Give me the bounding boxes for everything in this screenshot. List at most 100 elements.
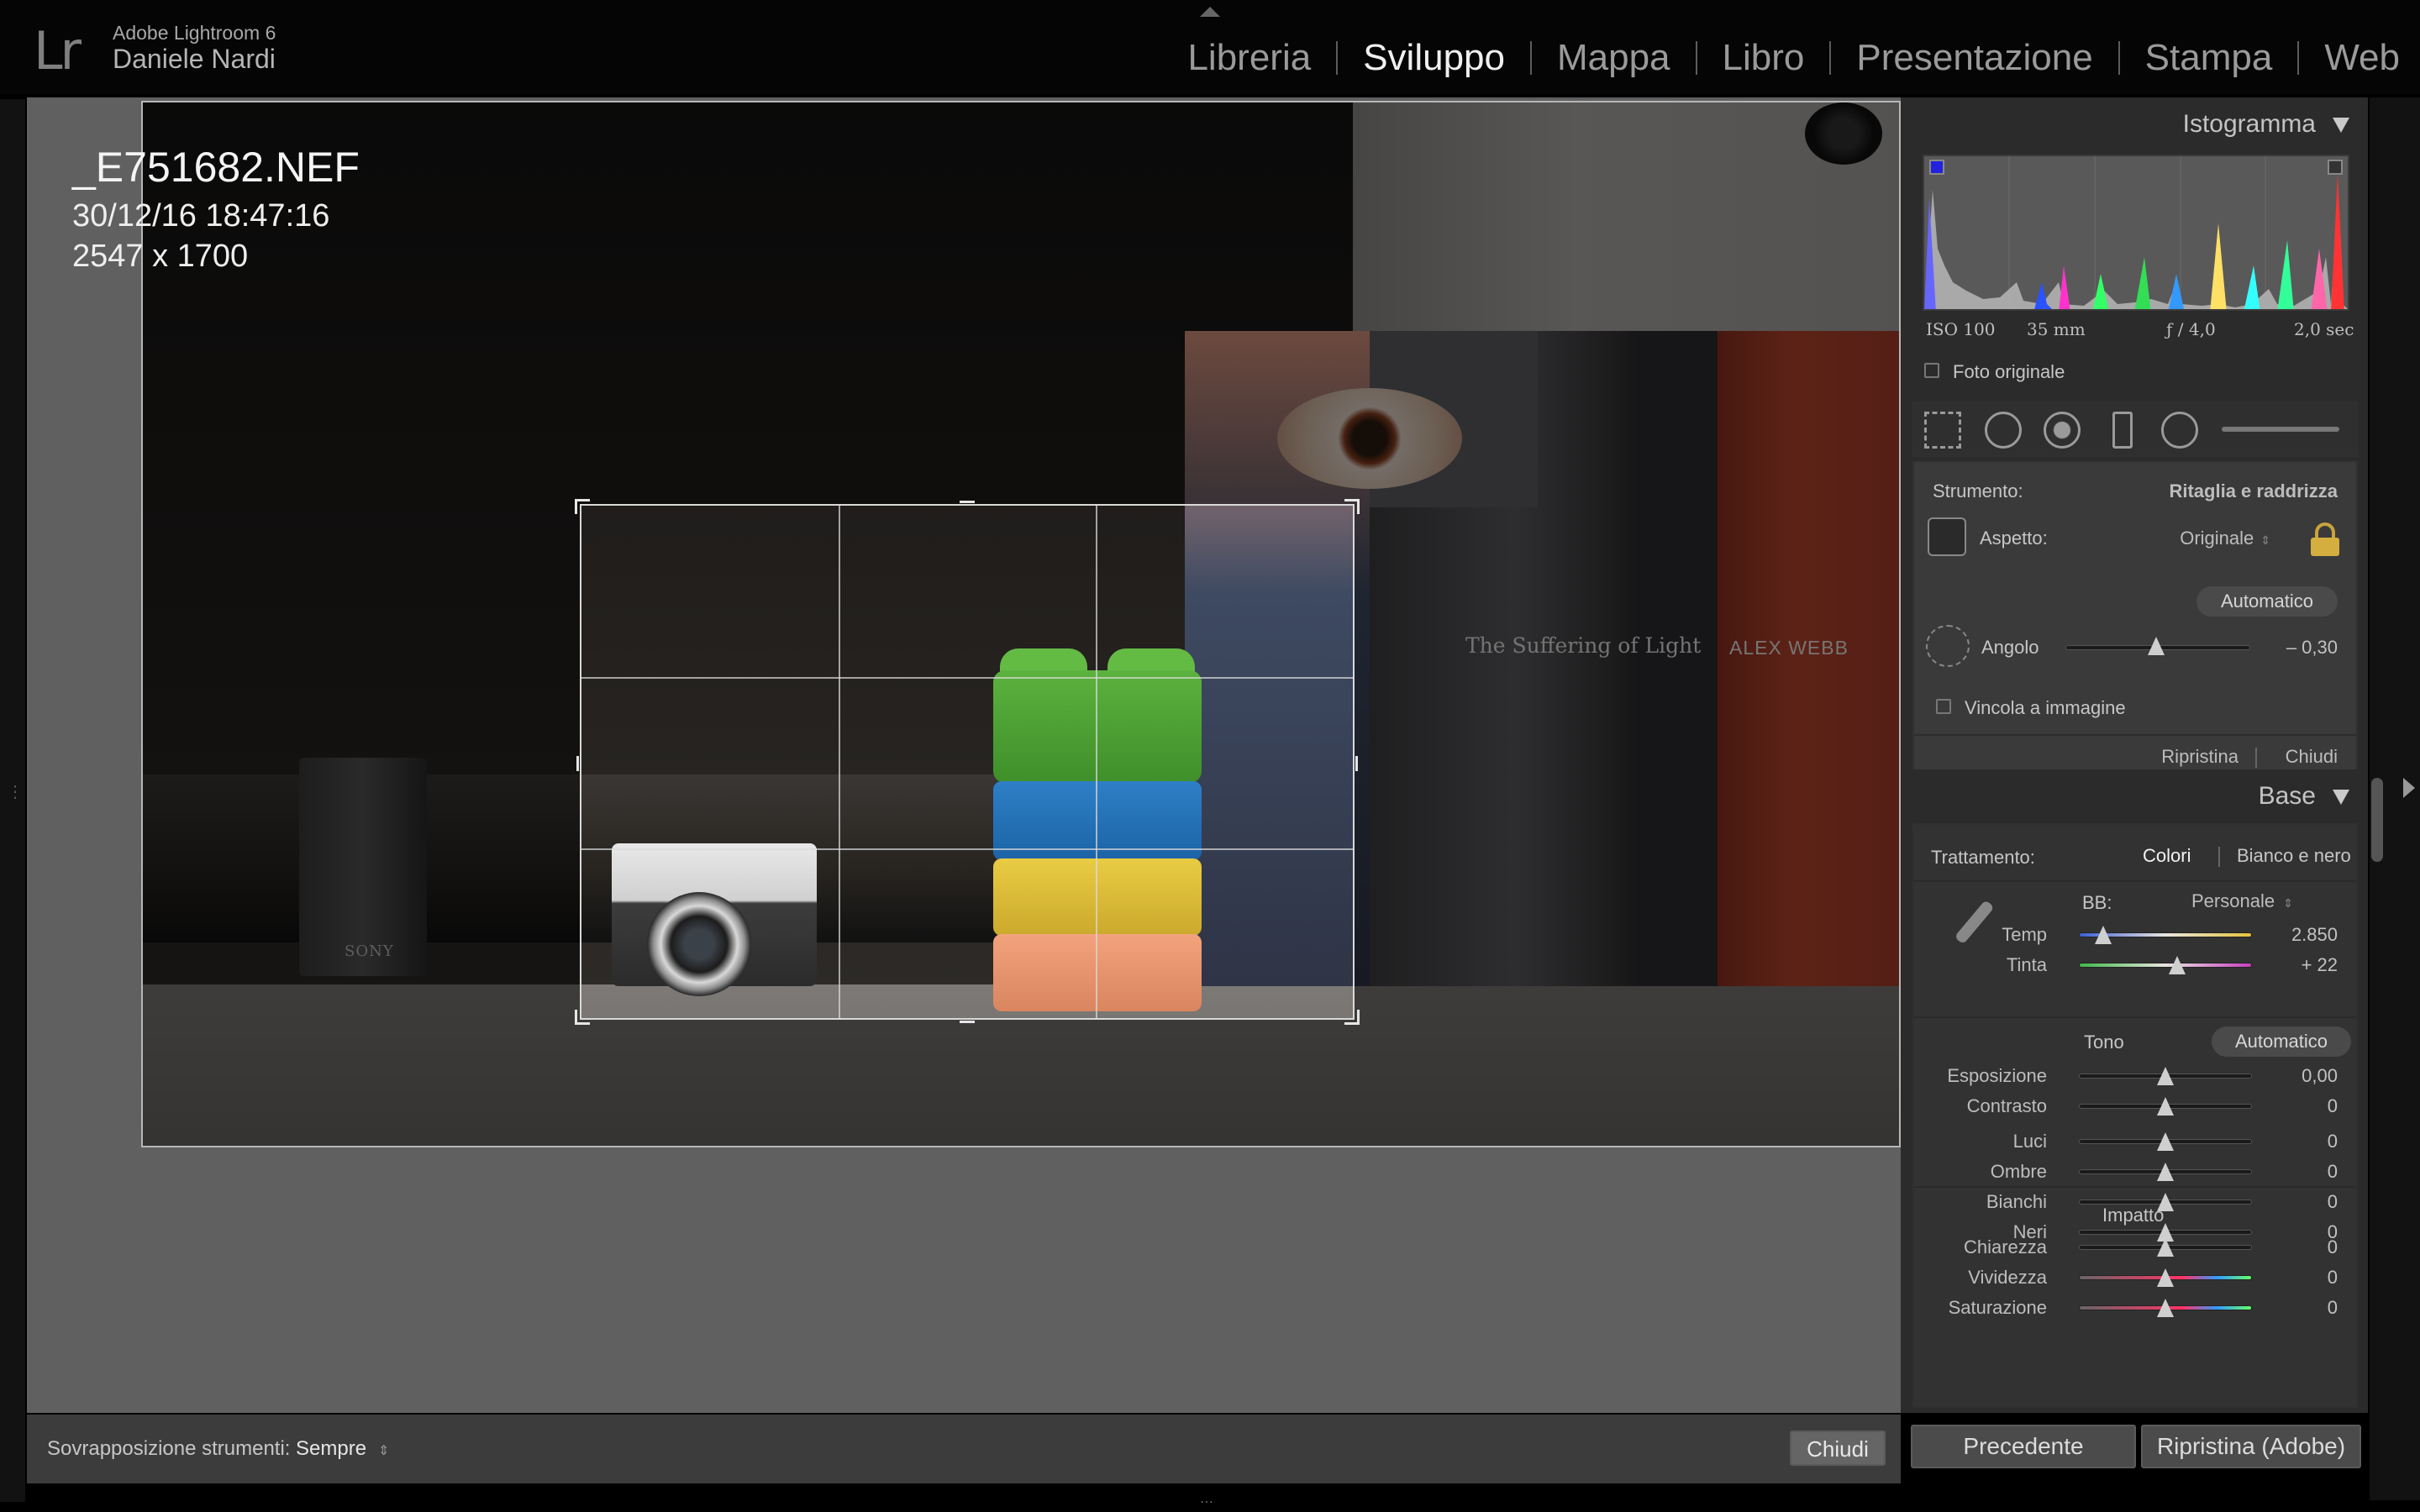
crop-grid-line [839,506,840,1018]
photo-eye-poster [1277,388,1462,489]
tool-overlay-select[interactable]: Sempre ⇕ [296,1437,389,1461]
left-panel-toggle-icon[interactable]: ⋮ [7,781,24,802]
slider-value-saturazione[interactable]: 0 [2328,1297,2338,1319]
module-picker: Libreria Sviluppo Mappa Libro Presentazione S… [1162,37,2400,79]
slider-value-luci[interactable]: 0 [2328,1131,2338,1152]
histogram-graph [1924,156,2348,309]
crop-handle-right[interactable] [1353,756,1358,771]
slider-thumb-contrasto[interactable] [2157,1097,2174,1116]
slider-label-contrasto: Contrasto [1966,1095,2047,1116]
crop-handle-bottom-right[interactable] [1344,1010,1360,1025]
right-panel-toggle-icon[interactable] [2403,778,2415,798]
panel-scrollbar[interactable] [2371,778,2383,862]
crop-grid-line [581,677,1353,679]
slider-label-saturazione: Saturazione [1948,1297,2047,1318]
info-datetime: 30/12/16 18:47:16 [72,198,330,234]
module-web[interactable]: Web [2299,37,2400,79]
spot-removal-tool-icon[interactable] [1985,412,2022,449]
crop-reset-button[interactable]: Ripristina [2161,746,2238,768]
photo-book-author: ALEX WEBB [1729,637,1849,659]
slider-label-esposizione: Esposizione [1947,1065,2047,1086]
module-libreria[interactable]: Libreria [1162,37,1336,79]
auto-straighten-button[interactable]: Automatico [2196,586,2338,617]
crop-overlay[interactable] [575,499,1360,1025]
crop-close-button[interactable]: Chiudi [2286,746,2338,768]
main-image-view: SONY The Suffering of Light ALEX WEBB [27,97,1901,1413]
slider-track-tinta[interactable] [2079,963,2252,968]
crop-handle-bottom[interactable] [960,1018,975,1023]
slider-value-vividezza[interactable]: 0 [2328,1267,2338,1289]
photo-book-title: The Suffering of Light [1465,633,1702,658]
lock-icon[interactable] [2311,522,2339,556]
histogram[interactable] [1923,155,2349,311]
module-sviluppo[interactable]: Sviluppo [1338,37,1530,79]
slider-thumb-luci[interactable] [2157,1132,2174,1151]
module-presentazione[interactable]: Presentazione [1831,37,2118,79]
slider-thumb-saturazione[interactable] [2157,1299,2174,1317]
collapse-triangle-icon[interactable] [2333,118,2349,133]
slider-thumb-chiarezza[interactable] [2157,1238,2174,1257]
red-eye-tool-icon[interactable] [2044,412,2081,449]
crop-handle-bottom-left[interactable] [575,1010,590,1025]
exif-focal: 35 mm [2027,319,2086,339]
previous-button[interactable]: Precedente [1911,1425,2136,1468]
crop-overlay-tool-icon[interactable] [1924,412,1961,449]
top-panel-toggle-icon[interactable] [1200,7,1220,17]
treatment-color-option[interactable]: Colori [2143,845,2191,867]
crop-handle-top-right[interactable] [1344,499,1360,514]
identity-plate-user: Daniele Nardi [113,44,276,74]
slider-value-contrasto[interactable]: 0 [2328,1095,2338,1117]
slider-value-temp[interactable]: 2.850 [2291,924,2338,946]
slider-value-ombre[interactable]: 0 [2328,1161,2338,1183]
divider [2218,847,2220,867]
white-balance-picker-icon[interactable] [1929,892,1995,946]
slider-thumb-temp[interactable] [2094,926,2112,944]
slider-value-tinta[interactable]: + 22 [2302,954,2338,976]
collapse-triangle-icon[interactable] [2333,790,2349,805]
reset-adobe-button[interactable]: Ripristina (Adobe) [2141,1425,2361,1468]
highlight-clipping-icon[interactable] [2328,160,2343,175]
updown-arrows-icon: ⇕ [2283,896,2293,910]
slider-thumb-tinta[interactable] [2169,956,2186,974]
constrain-checkbox[interactable] [1936,699,1951,714]
exif-aperture: ƒ / 4,0 [2166,319,2216,339]
graduated-filter-tool-icon[interactable] [2112,412,2133,449]
slider-thumb-vividezza[interactable] [2157,1268,2174,1287]
wb-select[interactable]: Personale ⇕ [2191,890,2293,912]
crop-grid-line [1096,506,1097,1018]
original-photo-checkbox[interactable] [1924,363,1939,378]
photo-canvas[interactable]: SONY The Suffering of Light ALEX WEBB [141,101,1901,1147]
slider-value-bianchi[interactable]: 0 [2328,1191,2338,1213]
module-libro[interactable]: Libro [1697,37,1830,79]
base-title: Base [2258,782,2316,810]
close-crop-button[interactable]: Chiudi [1790,1431,1886,1466]
angle-label: Angolo [1981,637,2039,658]
radial-filter-tool-icon[interactable] [2161,412,2198,449]
crop-handle-top[interactable] [960,501,975,506]
slider-value-esposizione[interactable]: 0,00 [2302,1065,2338,1087]
slider-label-chiarezza: Chiarezza [1963,1236,2047,1257]
right-panel: Istogramma ISO 100 35 mm ƒ / 4,0 2,0 sec [1901,97,2368,1468]
treatment-bw-option[interactable]: Bianco e nero [2237,845,2351,867]
slider-thumb-esposizione[interactable] [2157,1067,2174,1085]
crop-handle-left[interactable] [576,756,581,771]
slider-value-chiarezza[interactable]: 0 [2328,1236,2338,1258]
constrain-label: Vincola a immagine [1965,697,2126,718]
base-panel: Trattamento: Colori Bianco e nero BB: Pe… [1912,823,2358,1408]
tool-strip [1912,402,2358,457]
base-header[interactable]: Base [1901,769,2368,823]
angle-value[interactable]: – 0,30 [2286,637,2338,659]
auto-tone-button[interactable]: Automatico [2212,1026,2351,1057]
shadow-clipping-icon[interactable] [1929,160,1944,175]
slider-thumb-ombre[interactable] [2157,1163,2174,1181]
crop-frame-tool-icon[interactable] [1928,517,1966,556]
aspect-select[interactable]: Originale ⇕ [2180,528,2270,549]
module-mappa[interactable]: Mappa [1532,37,1696,79]
module-stampa[interactable]: Stampa [2120,37,2298,79]
straighten-level-icon[interactable] [1926,625,1970,667]
crop-handle-top-left[interactable] [575,499,590,514]
angle-slider-thumb[interactable] [2147,637,2165,655]
filmstrip-toggle-icon[interactable]: ⋯ [1200,1494,1213,1510]
adjustment-brush-tool-icon[interactable] [2222,427,2339,432]
histogram-header[interactable]: Istogramma [1901,97,2368,151]
